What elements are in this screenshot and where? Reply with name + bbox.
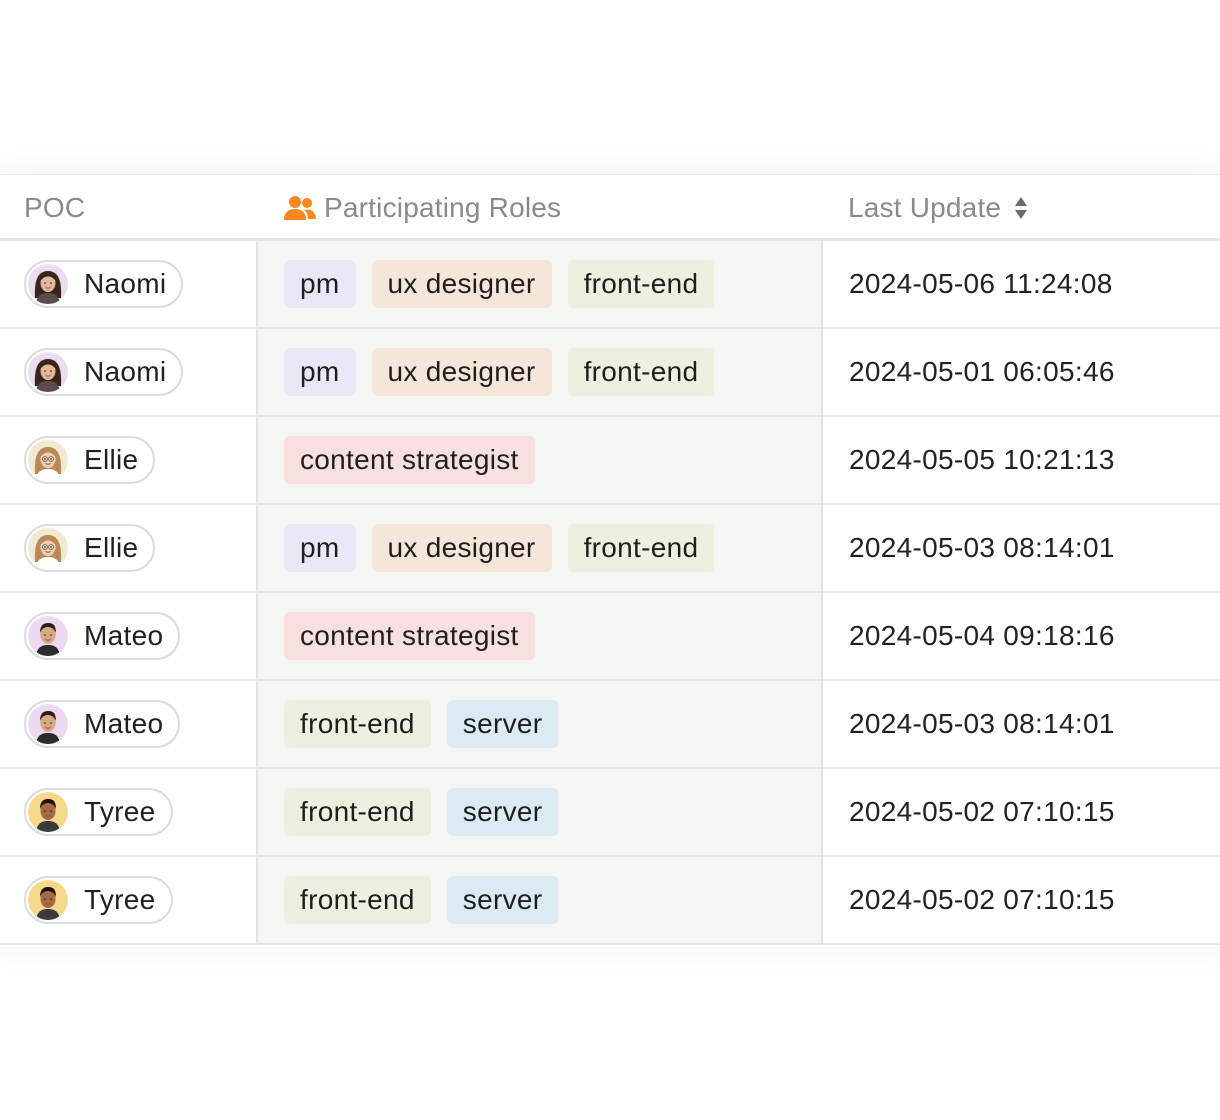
last-update-cell: 2024-05-05 10:21:13	[849, 444, 1115, 475]
poc-cell: Naomi	[0, 329, 258, 415]
last-update-cell: 2024-05-04 09:18:16	[849, 620, 1115, 651]
avatar	[28, 528, 68, 568]
poc-cell: Tyree	[0, 769, 258, 855]
table-header: POC Participating Roles Last Update	[0, 175, 1220, 241]
roles-cell: front-end server	[258, 857, 823, 943]
poc-chip[interactable]: Mateo	[24, 612, 181, 660]
role-tag-server[interactable]: server	[446, 788, 559, 836]
table-row[interactable]: Naomi pm ux designer front-end 2024-05-06 11…	[0, 241, 1220, 329]
role-tag-pm[interactable]: pm	[284, 348, 356, 396]
role-tag-front-end[interactable]: front-end	[567, 524, 715, 572]
last-update-cell: 2024-05-01 06:05:46	[849, 356, 1115, 387]
table-row[interactable]: Mateo front-end server 2024-05-03 08:14:01	[0, 681, 1220, 769]
poc-chip[interactable]: Naomi	[24, 260, 184, 308]
poc-name: Naomi	[84, 356, 167, 387]
poc-name: Tyree	[84, 796, 156, 827]
poc-name: Mateo	[84, 620, 164, 651]
avatar	[28, 440, 68, 480]
last-update-cell: 2024-05-06 11:24:08	[849, 268, 1113, 299]
avatar	[28, 264, 68, 304]
column-header-poc[interactable]: POC	[24, 175, 85, 241]
table-row[interactable]: Tyree front-end server 2024-05-02 07:10:15	[0, 857, 1220, 945]
last-update-cell: 2024-05-02 07:10:15	[849, 884, 1115, 915]
role-tag-pm[interactable]: pm	[284, 524, 356, 572]
poc-cell: Mateo	[0, 681, 258, 767]
table-row[interactable]: Mateo content strategist 2024-05-04 09:18:…	[0, 593, 1220, 681]
roles-cell: pm ux designer front-end	[258, 505, 823, 591]
roles-cell: content strategist	[258, 417, 823, 503]
table-body: Naomi pm ux designer front-end 2024-05-06 11…	[0, 241, 1220, 945]
poc-name: Tyree	[84, 884, 156, 915]
table-row[interactable]: Tyree front-end server 2024-05-02 07:10:15	[0, 769, 1220, 857]
poc-name: Ellie	[84, 444, 139, 475]
poc-name: Mateo	[84, 708, 164, 739]
poc-cell: Ellie	[0, 505, 258, 591]
role-tag-ux-designer[interactable]: ux designer	[371, 348, 552, 396]
poc-chip[interactable]: Mateo	[24, 700, 181, 748]
role-tag-server[interactable]: server	[446, 876, 559, 924]
roles-cell: front-end server	[258, 769, 823, 855]
poc-cell: Naomi	[0, 241, 258, 327]
column-header-last-update[interactable]: Last Update	[848, 175, 1029, 241]
roles-cell: content strategist	[258, 593, 823, 679]
role-tag-ux-designer[interactable]: ux designer	[371, 524, 552, 572]
poc-chip[interactable]: Tyree	[24, 876, 173, 924]
poc-chip[interactable]: Ellie	[24, 436, 156, 484]
role-tag-pm[interactable]: pm	[284, 260, 356, 308]
poc-chip[interactable]: Naomi	[24, 348, 184, 396]
role-tag-content-strategist[interactable]: content strategist	[284, 436, 535, 484]
role-tag-front-end[interactable]: front-end	[284, 876, 431, 924]
table-row[interactable]: Naomi pm ux designer front-end 2024-05-01 06…	[0, 329, 1220, 417]
table-row[interactable]: Ellie content strategist 2024-05-05 10:21:…	[0, 417, 1220, 505]
avatar	[28, 616, 68, 656]
last-update-cell: 2024-05-03 08:14:01	[849, 532, 1115, 563]
role-tag-front-end[interactable]: front-end	[284, 700, 431, 748]
poc-name: Naomi	[84, 268, 167, 299]
roles-table: POC Participating Roles Last Update Naom…	[0, 174, 1220, 947]
role-tag-server[interactable]: server	[446, 700, 559, 748]
avatar	[28, 352, 68, 392]
column-header-roles[interactable]: Participating Roles	[284, 175, 561, 241]
last-update-header-label: Last Update	[848, 192, 1002, 223]
poc-header-label: POC	[24, 192, 86, 223]
role-tag-front-end[interactable]: front-end	[567, 260, 715, 308]
last-update-cell: 2024-05-02 07:10:15	[849, 796, 1115, 827]
sort-icon[interactable]	[1013, 195, 1029, 221]
role-tag-front-end[interactable]: front-end	[567, 348, 715, 396]
role-tag-ux-designer[interactable]: ux designer	[371, 260, 552, 308]
avatar	[28, 792, 68, 832]
roles-cell: front-end server	[258, 681, 823, 767]
table-row[interactable]: Ellie pm ux designer front-end 2024-05-03 08…	[0, 505, 1220, 593]
poc-name: Ellie	[84, 532, 139, 563]
people-icon	[284, 196, 316, 220]
poc-chip[interactable]: Tyree	[24, 788, 173, 836]
last-update-cell: 2024-05-03 08:14:01	[849, 708, 1115, 739]
avatar	[28, 704, 68, 744]
roles-cell: pm ux designer front-end	[258, 241, 823, 327]
avatar	[28, 880, 68, 920]
poc-cell: Mateo	[0, 593, 258, 679]
poc-cell: Ellie	[0, 417, 258, 503]
role-tag-content-strategist[interactable]: content strategist	[284, 612, 535, 660]
roles-header-label: Participating Roles	[324, 192, 562, 223]
roles-cell: pm ux designer front-end	[258, 329, 823, 415]
poc-chip[interactable]: Ellie	[24, 524, 156, 572]
role-tag-front-end[interactable]: front-end	[284, 788, 431, 836]
poc-cell: Tyree	[0, 857, 258, 943]
